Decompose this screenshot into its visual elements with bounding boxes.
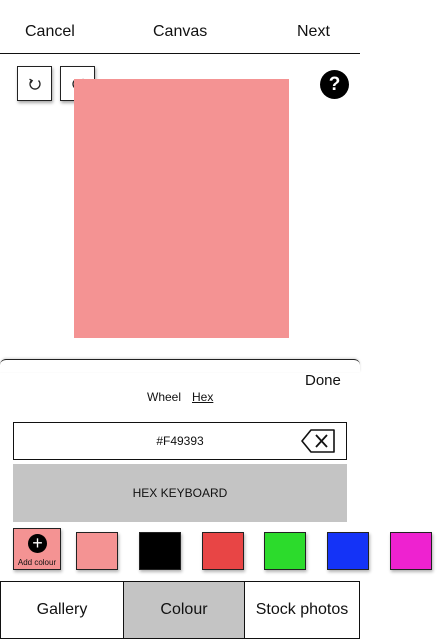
swatch-6[interactable]: [390, 532, 432, 570]
hex-input[interactable]: #F49393: [13, 422, 347, 460]
tab-stock-photos[interactable]: Stock photos: [244, 581, 360, 639]
plus-icon: +: [28, 534, 47, 553]
picker-sheet-edge: [0, 359, 360, 372]
header-divider: [0, 53, 360, 54]
hex-value: #F49393: [156, 434, 204, 448]
swatch-1[interactable]: [76, 532, 118, 570]
tab-colour[interactable]: Colour: [123, 581, 245, 639]
next-button[interactable]: Next: [297, 23, 330, 41]
tab-gallery-label: Gallery: [36, 601, 88, 618]
swatch-4[interactable]: [264, 532, 306, 570]
add-colour-label: Add colour: [17, 558, 57, 567]
undo-button[interactable]: [17, 66, 52, 101]
swatch-5[interactable]: [327, 532, 369, 570]
page-title: Canvas: [153, 23, 208, 40]
canvas-preview: [74, 79, 289, 338]
add-colour-button[interactable]: + Add colour: [13, 528, 61, 570]
done-button[interactable]: Done: [305, 372, 341, 389]
tab-hex[interactable]: Hex: [192, 390, 213, 404]
tab-stock-photos-label: Stock photos: [255, 601, 349, 618]
tab-gallery[interactable]: Gallery: [0, 581, 124, 639]
tab-wheel[interactable]: Wheel: [147, 390, 181, 404]
swatch-3[interactable]: [202, 532, 244, 570]
swatch-2[interactable]: [139, 532, 181, 570]
hex-keyboard[interactable]: HEX KEYBOARD: [13, 464, 347, 522]
backspace-icon[interactable]: [301, 428, 337, 454]
cancel-button[interactable]: Cancel: [25, 23, 75, 41]
tab-colour-label: Colour: [160, 601, 208, 618]
undo-icon: [28, 78, 41, 90]
hex-keyboard-label: HEX KEYBOARD: [132, 486, 228, 500]
help-icon[interactable]: ?: [320, 70, 349, 99]
